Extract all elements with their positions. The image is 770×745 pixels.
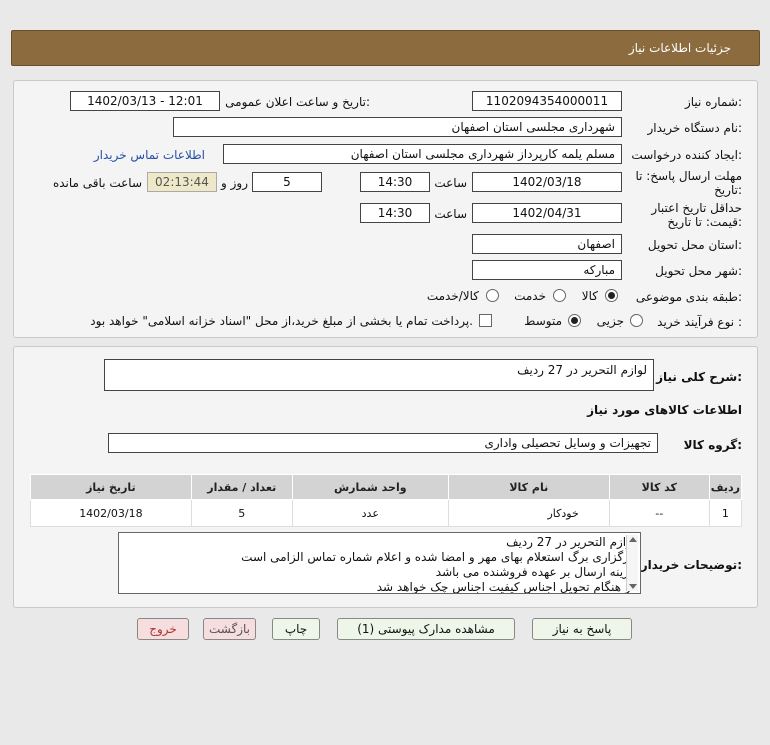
process-option-medium: متوسط (524, 314, 562, 328)
reply-days-field: 5 (252, 172, 322, 192)
goods-group-field: تجهیزات و وسایل تحصیلی واداری (108, 433, 658, 453)
announce-field: 1402/03/13 - 12:01 (70, 91, 220, 111)
scroll-up-icon[interactable] (629, 537, 637, 542)
reply-time-label: ساعت (434, 176, 467, 190)
remaining-time-field: 02:13:44 (147, 172, 217, 192)
page-header: جزئیات اطلاعات نیاز (11, 30, 760, 66)
process-radio-medium[interactable] (568, 314, 581, 327)
cell-need-date: 1402/03/18 (30, 499, 192, 527)
city-label: شهر محل تحویل: (655, 264, 742, 278)
treasury-payment-checkbox[interactable] (479, 314, 492, 327)
reply-time-field: 14:30 (360, 172, 430, 192)
exit-button[interactable]: خروج (137, 618, 189, 640)
city-field: مبارکه (472, 260, 622, 280)
buyer-note-line: لوازم التحریر در 27 ردیف (506, 535, 636, 549)
category-option-goods-service: کالا/خدمت (426, 289, 479, 303)
remaining-time-label: ساعت باقی مانده (52, 176, 142, 190)
need-number-field: 1102094354000011 (472, 91, 622, 111)
buyer-notes-label: توضیحات خریدار: (640, 558, 742, 572)
back-button[interactable]: بازگشت (203, 618, 256, 640)
province-field: اصفهان (472, 234, 622, 254)
goods-section-title: اطلاعات کالاهای مورد نیاز (587, 403, 742, 417)
col-header-row-number: ردیف (708, 474, 743, 500)
page-title: جزئیات اطلاعات نیاز (628, 41, 731, 55)
treasury-payment-note: پرداخت تمام یا بخشی از مبلغ خرید،از محل … (90, 314, 473, 328)
reply-deadline-label-1: مهلت ارسال پاسخ: تا (635, 169, 742, 183)
category-radio-goods-service[interactable] (486, 289, 499, 302)
table-header-row: ردیف کد کالا نام کالا واحد شمارش تعداد /… (30, 474, 743, 500)
price-validity-label-1: حداقل تاریخ اعتبار (651, 201, 742, 215)
province-label: استان محل تحویل: (647, 238, 742, 252)
reply-deadline-label-2: تاریخ: (714, 183, 742, 197)
table-row[interactable]: 1 -- خودکار عدد 5 1402/03/18 (30, 499, 743, 527)
notes-scrollbar[interactable] (626, 535, 638, 591)
summary-label: شرح کلی نیاز: (656, 370, 742, 384)
buyer-note-line: بارگزاری برگ استعلام بهای مهر و امضا شده… (241, 550, 636, 564)
col-header-unit: واحد شمارش (291, 474, 449, 500)
price-validity-time-field: 14:30 (360, 203, 430, 223)
col-header-quantity: تعداد / مقدار (190, 474, 293, 500)
buyer-contact-link[interactable]: اطلاعات تماس خریدار (94, 148, 205, 162)
category-option-goods: کالا (581, 289, 598, 303)
process-label: نوع فرآیند خرید : (657, 315, 742, 329)
buyer-notes-box: لوازم التحریر در 27 ردیف بارگزاری برگ اس… (118, 532, 641, 594)
creator-field: مسلم یلمه کارپرداز شهرداری مجلسی استان ا… (223, 144, 622, 164)
cell-row-number: 1 (708, 499, 743, 527)
category-radio-goods[interactable] (605, 289, 618, 302)
process-radio-minor[interactable] (630, 314, 643, 327)
cell-quantity: 5 (190, 499, 293, 527)
reply-days-label: روز و (221, 176, 248, 190)
scroll-down-icon[interactable] (629, 584, 637, 589)
buyer-note-line: هزینه ارسال بر عهده فروشنده می باشد (435, 565, 636, 579)
summary-field: لوازم التحریر در 27 ردیف (104, 359, 654, 391)
need-number-label: شماره نیاز: (684, 95, 742, 109)
buyer-org-field: شهرداری مجلسی استان اصفهان (173, 117, 622, 137)
col-header-name: نام کالا (447, 474, 610, 500)
col-header-code: کد کالا (608, 474, 710, 500)
goods-group-label: گروه کالا: (683, 438, 742, 452)
reply-date-field: 1402/03/18 (472, 172, 622, 192)
cell-name: خودکار (447, 499, 610, 527)
announce-label: تاریخ و ساعت اعلان عمومی: (225, 95, 370, 109)
creator-label: ایجاد کننده درخواست: (631, 148, 742, 162)
col-header-need-date: تاریخ نیاز (30, 474, 192, 500)
reply-button[interactable]: پاسخ به نیاز (532, 618, 632, 640)
print-button[interactable]: چاپ (272, 618, 320, 640)
price-validity-label-2: قیمت: تا تاریخ: (667, 215, 742, 229)
goods-table: ردیف کد کالا نام کالا واحد شمارش تعداد /… (30, 474, 743, 527)
category-option-service: خدمت (514, 289, 546, 303)
category-label: طبقه بندی موضوعی: (635, 290, 742, 304)
price-validity-time-label: ساعت (434, 207, 467, 221)
cell-unit: عدد (291, 499, 449, 527)
process-option-minor: جزیی (596, 314, 624, 328)
buyer-note-line: در هنگام تحویل اجناس کیفیت اجناس چک خواه… (376, 580, 636, 594)
cell-code: -- (608, 499, 710, 527)
buyer-org-label: نام دستگاه خریدار: (647, 121, 743, 135)
category-radio-service[interactable] (553, 289, 566, 302)
price-validity-date-field: 1402/04/31 (472, 203, 622, 223)
attachments-button[interactable]: مشاهده مدارک پیوستی (1) (337, 618, 515, 640)
